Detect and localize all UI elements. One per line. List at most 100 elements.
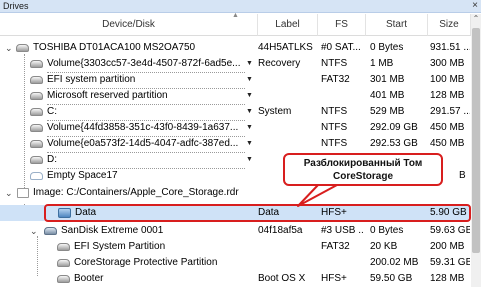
table-row[interactable]: ⌄ Image: C:/Containers/Apple_Core_Storag… xyxy=(0,185,470,201)
size-cell: 59.31 GB xyxy=(430,257,470,268)
table-row[interactable]: ⌄ TOSHIBA DT01ACA100 MS2OA750 44H5ATLKS … xyxy=(0,40,470,56)
partition-icon xyxy=(57,259,70,267)
device-name: TOSHIBA DT01ACA100 MS2OA750 xyxy=(33,42,196,53)
partition-icon xyxy=(30,124,43,132)
label-cell: 44H5ATLKS xyxy=(258,42,313,53)
dropdown-arrow-icon[interactable]: ▼ xyxy=(246,56,253,72)
column-header-label[interactable]: Label xyxy=(258,14,318,36)
size-cell: 59.63 GB xyxy=(430,225,470,236)
table-row[interactable]: EFI System Partition FAT32 20 KB 200 MB xyxy=(0,239,470,255)
fs-cell: NTFS xyxy=(321,106,348,117)
scrollbar-thumb[interactable] xyxy=(472,28,480,253)
annotation-highlight-box xyxy=(44,204,471,222)
partition-icon xyxy=(30,156,43,164)
sort-ascending-icon: ▲ xyxy=(232,12,239,19)
label-cell xyxy=(258,72,316,88)
column-header-size-label: Size xyxy=(439,19,459,30)
dropdown-arrow-icon[interactable]: ▼ xyxy=(246,120,253,136)
fs-cell: #0 SAT... xyxy=(321,42,361,53)
start-cell: 0 Bytes xyxy=(370,225,404,236)
panel-title: Drives xyxy=(3,1,29,11)
fs-cell xyxy=(321,88,363,104)
dropdown-arrow-icon[interactable]: ▼ xyxy=(246,136,253,152)
chevron-down-icon[interactable]: ⌄ xyxy=(5,40,13,56)
partition-icon xyxy=(30,76,43,84)
callout-line-2: CoreStorage xyxy=(332,171,393,182)
device-name: EFI system partition xyxy=(47,72,245,89)
partition-icon xyxy=(57,275,70,283)
close-icon[interactable]: × xyxy=(472,0,478,11)
device-name: Microsoft reserved partition xyxy=(47,88,245,105)
size-cell: 200 MB xyxy=(430,241,465,252)
label-cell: 04f18af5a xyxy=(258,225,303,236)
label-cell xyxy=(258,239,316,255)
dropdown-arrow-icon[interactable]: ▼ xyxy=(246,72,253,88)
table-row[interactable]: Volume{44fd3858-351c-43f0-8439-1a637... … xyxy=(0,120,470,137)
size-cell: 450 MB xyxy=(430,122,465,133)
device-name: EFI System Partition xyxy=(74,241,166,252)
label-cell: Recovery xyxy=(258,58,301,69)
table-row[interactable]: ⌄ SanDisk Extreme 0001 04f18af5a #3 USB … xyxy=(0,223,470,239)
size-cell: 300 MB xyxy=(430,58,465,69)
column-header-start-label: Start xyxy=(385,19,408,30)
dropdown-arrow-icon[interactable]: ▼ xyxy=(246,104,253,120)
dropdown-arrow-icon[interactable]: ▼ xyxy=(246,152,253,168)
dropdown-arrow-icon[interactable]: ▼ xyxy=(246,88,253,104)
fs-cell: NTFS xyxy=(321,58,348,69)
table-row[interactable]: Microsoft reserved partition ▼ 401 MB 12… xyxy=(0,88,470,105)
column-header-fs[interactable]: FS xyxy=(318,14,366,36)
column-header-device[interactable]: Device/Disk xyxy=(0,14,258,36)
size-cell: 128 MB xyxy=(430,90,465,101)
device-name: Booter xyxy=(74,273,104,284)
empty-space-icon xyxy=(30,172,43,180)
image-file-icon xyxy=(17,188,29,198)
device-name: SanDisk Extreme 0001 xyxy=(61,225,164,236)
device-name: C: xyxy=(47,104,245,121)
start-cell: 301 MB xyxy=(370,74,405,85)
column-header-fs-label: FS xyxy=(335,19,348,30)
drives-panel-header: Drives × xyxy=(0,0,481,13)
table-row[interactable]: EFI system partition ▼ FAT32 301 MB 100 … xyxy=(0,72,470,89)
fs-cell xyxy=(321,255,363,271)
partition-icon xyxy=(57,243,70,251)
label-cell xyxy=(258,255,316,271)
label-cell xyxy=(258,136,316,152)
start-cell: 401 MB xyxy=(370,90,405,101)
partition-icon xyxy=(30,92,43,100)
device-name: D: xyxy=(47,152,245,169)
fs-cell: NTFS xyxy=(321,138,348,149)
label-cell xyxy=(258,88,316,104)
start-cell: 59.50 GB xyxy=(370,273,413,284)
device-name: Volume{44fd3858-351c-43f0-8439-1a637... xyxy=(47,120,245,137)
fs-cell: #3 USB ... xyxy=(321,225,363,236)
label-cell xyxy=(258,120,316,136)
usb-drive-icon xyxy=(44,227,57,235)
fs-cell: FAT32 xyxy=(321,241,350,252)
column-header-size[interactable]: Size xyxy=(428,14,471,36)
table-row[interactable]: C: ▼ System NTFS 529 MB 291.57 ... xyxy=(0,104,470,121)
device-name: Empty Space17 xyxy=(47,170,118,181)
annotation-callout: Разблокированный Том CoreStorage xyxy=(283,153,443,186)
chevron-down-icon[interactable]: ⌄ xyxy=(30,223,38,239)
start-cell: 0 Bytes xyxy=(370,42,404,53)
chevron-down-icon[interactable]: ⌄ xyxy=(5,185,13,201)
table-row[interactable]: Volume{e0a573f2-14d5-4047-adfc-387ed... … xyxy=(0,136,470,153)
column-header-start[interactable]: Start xyxy=(366,14,428,36)
scroll-up-icon[interactable]: ⌃ xyxy=(471,14,481,26)
size-cell: 931.51 ... xyxy=(430,42,470,53)
partition-icon xyxy=(30,108,43,116)
fs-cell: NTFS xyxy=(321,122,348,133)
table-row[interactable]: Volume{3303cc57-3e4d-4507-872f-6ad5e... … xyxy=(0,56,470,73)
partition-icon xyxy=(30,140,43,148)
table-row[interactable]: CoreStorage Protective Partition 200.02 … xyxy=(0,255,470,271)
device-name: Volume{e0a573f2-14d5-4047-adfc-387ed... xyxy=(47,136,245,153)
size-cell: B xyxy=(459,170,466,181)
size-cell: 128 MB xyxy=(430,273,465,284)
fs-cell: FAT32 xyxy=(321,74,350,85)
device-name: CoreStorage Protective Partition xyxy=(74,257,218,268)
table-row[interactable]: Booter Boot OS X HFS+ 59.50 GB 128 MB xyxy=(0,271,470,287)
fs-cell: HFS+ xyxy=(321,273,347,284)
size-cell: 450 MB xyxy=(430,138,465,149)
start-cell: 292.53 GB xyxy=(370,138,418,149)
callout-line-1: Разблокированный Том xyxy=(303,158,423,169)
